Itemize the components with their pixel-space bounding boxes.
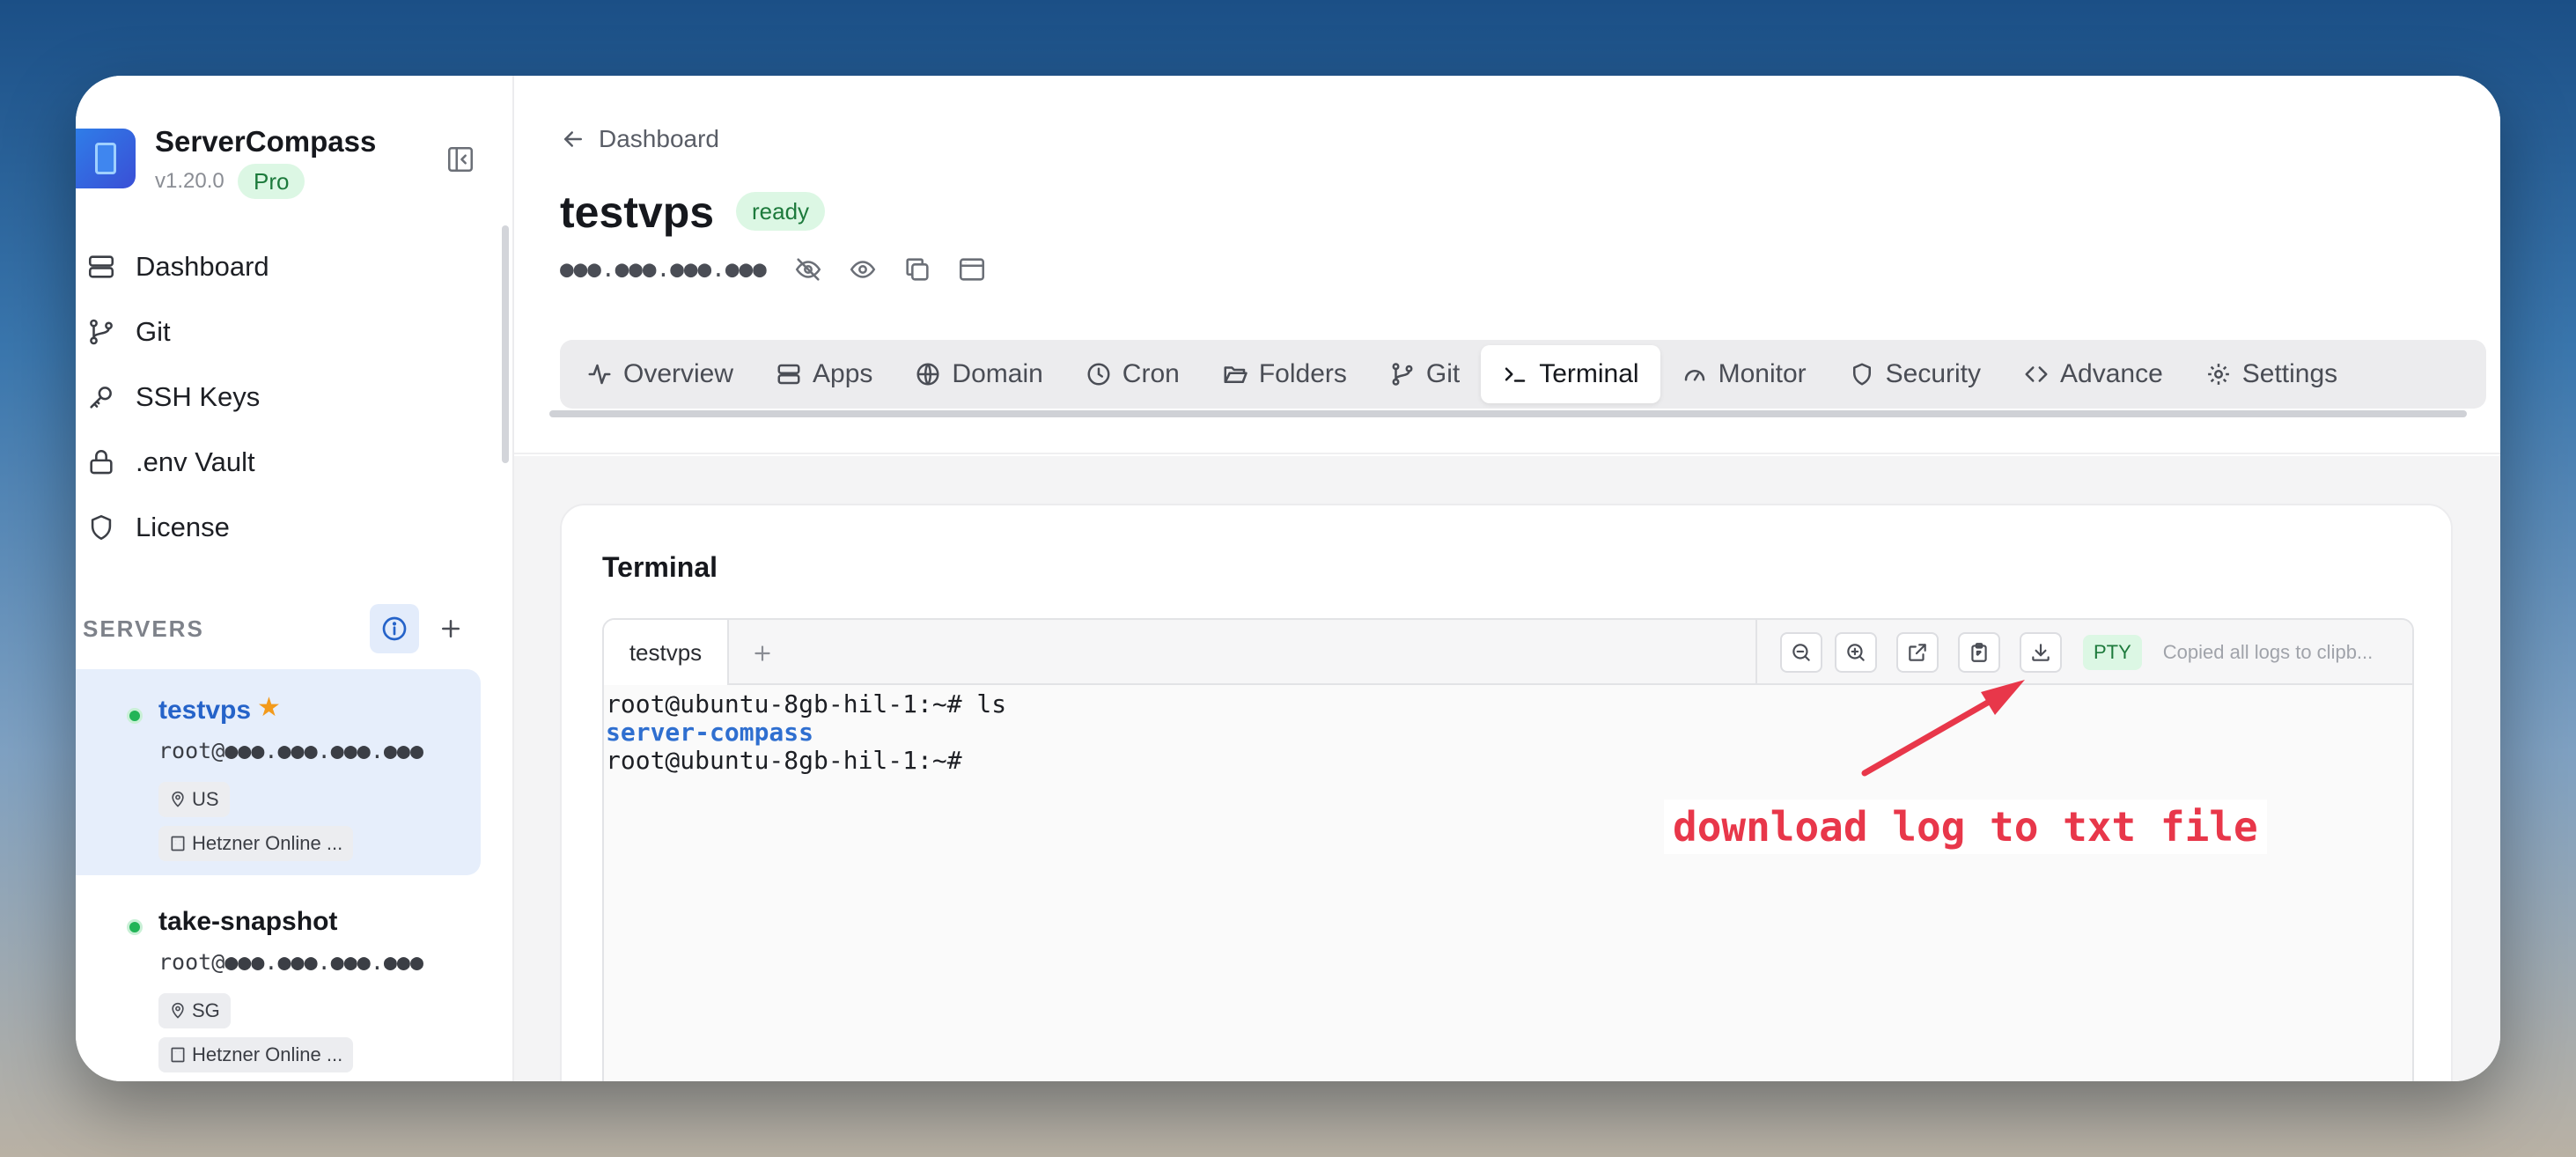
annotation-arrow-icon	[1861, 680, 2025, 777]
annotation-label: download log to txt file	[1664, 800, 2267, 854]
